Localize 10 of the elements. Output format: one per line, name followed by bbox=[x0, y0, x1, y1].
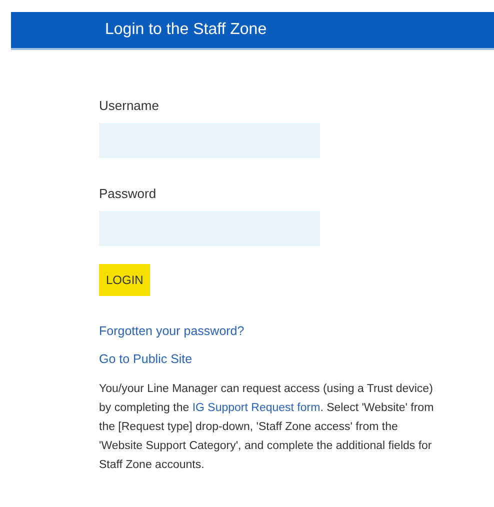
login-button[interactable]: LOGIN bbox=[99, 264, 150, 296]
access-info-paragraph: You/your Line Manager can request access (using a Trust device) by completing the IG Support Request form. Select 'Website' from the [Request type] drop-down, 'Staff Zone access' from the 'Website Support Category', and complete the additional fields for Staff Zone accounts. bbox=[99, 382, 435, 473]
page-title: Login to the Staff Zone bbox=[105, 21, 267, 39]
support-request-link[interactable]: IG Support Request form bbox=[192, 402, 320, 414]
field-label: Password bbox=[99, 186, 156, 201]
text-link[interactable]: Go to Public Site bbox=[99, 352, 192, 366]
text-link[interactable]: Forgotten your password? bbox=[99, 324, 244, 338]
input-field[interactable] bbox=[99, 211, 320, 246]
input-field[interactable] bbox=[99, 123, 320, 158]
field-label: Username bbox=[99, 98, 159, 113]
